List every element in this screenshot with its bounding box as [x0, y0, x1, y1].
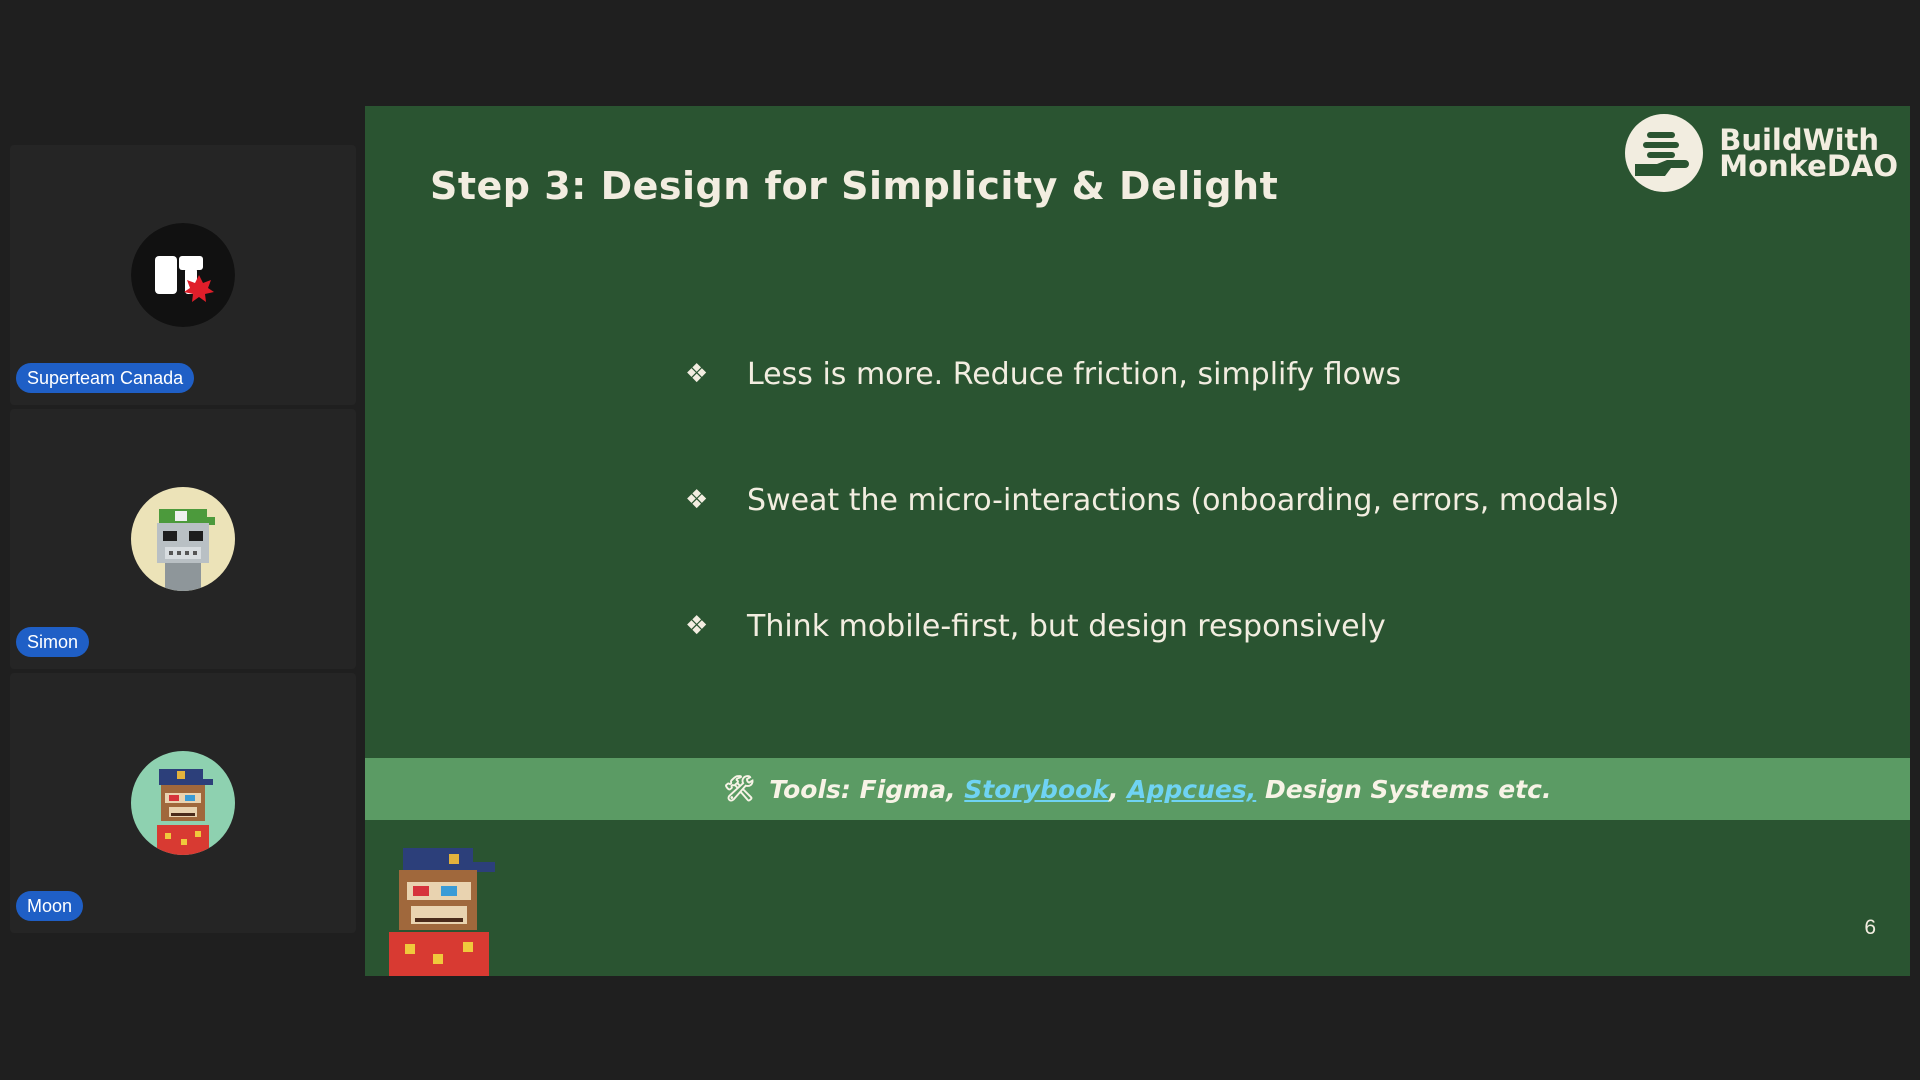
appcues-link[interactable]: Appcues,: [1127, 775, 1256, 804]
pixel-monkey-robot-avatar-icon: [131, 487, 235, 591]
tools-banner: 🛠 Tools: Figma, Storybook , Appcues, Des…: [365, 758, 1910, 820]
diamond-bullet-icon: ❖: [685, 485, 709, 515]
storybook-link[interactable]: Storybook: [964, 775, 1109, 804]
participant-tile[interactable]: Moon: [10, 673, 356, 933]
diamond-bullet-icon: ❖: [685, 611, 709, 641]
bullet-text: Sweat the micro-interactions (onboarding…: [747, 482, 1620, 518]
tools-prefix: Tools: Figma,: [769, 774, 965, 804]
participant-tile[interactable]: Simon: [10, 409, 356, 669]
superteam-canada-logo-icon: [131, 223, 235, 327]
brand-text: BuildWith MonkeDAO: [1719, 126, 1898, 183]
monkedao-hand-logo-icon: [1625, 114, 1704, 192]
bullet-list: ❖ Less is more. Reduce friction, simplif…: [685, 354, 1620, 732]
diamond-bullet-icon: ❖: [685, 359, 709, 389]
bullet-text: Think mobile-first, but design responsiv…: [747, 608, 1386, 644]
bullet-item: ❖ Think mobile-first, but design respons…: [685, 606, 1620, 646]
bullet-text: Less is more. Reduce friction, simplify …: [747, 356, 1402, 392]
brand-logo: BuildWith MonkeDAO: [1625, 114, 1898, 192]
participant-name: Moon: [16, 891, 84, 921]
hammer-and-pick-icon: 🛠: [723, 774, 756, 803]
participant-name: Simon: [16, 627, 90, 657]
brand-line: MonkeDAO: [1719, 149, 1898, 183]
bullet-item: ❖ Sweat the micro-interactions (onboardi…: [685, 480, 1620, 520]
slide-title: Step 3: Design for Simplicity & Delight: [430, 164, 1279, 208]
presentation-slide: Step 3: Design for Simplicity & Delight …: [365, 106, 1910, 976]
pixel-monkey-cap-avatar-icon: [131, 751, 235, 855]
tools-suffix: Design Systems etc.: [1256, 774, 1552, 804]
participant-name: Superteam Canada: [16, 363, 195, 393]
pixel-monkey-mascot-icon: [389, 848, 495, 976]
bullet-item: ❖ Less is more. Reduce friction, simplif…: [685, 354, 1620, 394]
tools-separator: ,: [1108, 774, 1128, 804]
participant-sidebar: Superteam Canada Simon Moon: [10, 145, 356, 937]
slide-page-number: 6: [1864, 916, 1876, 939]
participant-tile[interactable]: Superteam Canada: [10, 145, 356, 405]
